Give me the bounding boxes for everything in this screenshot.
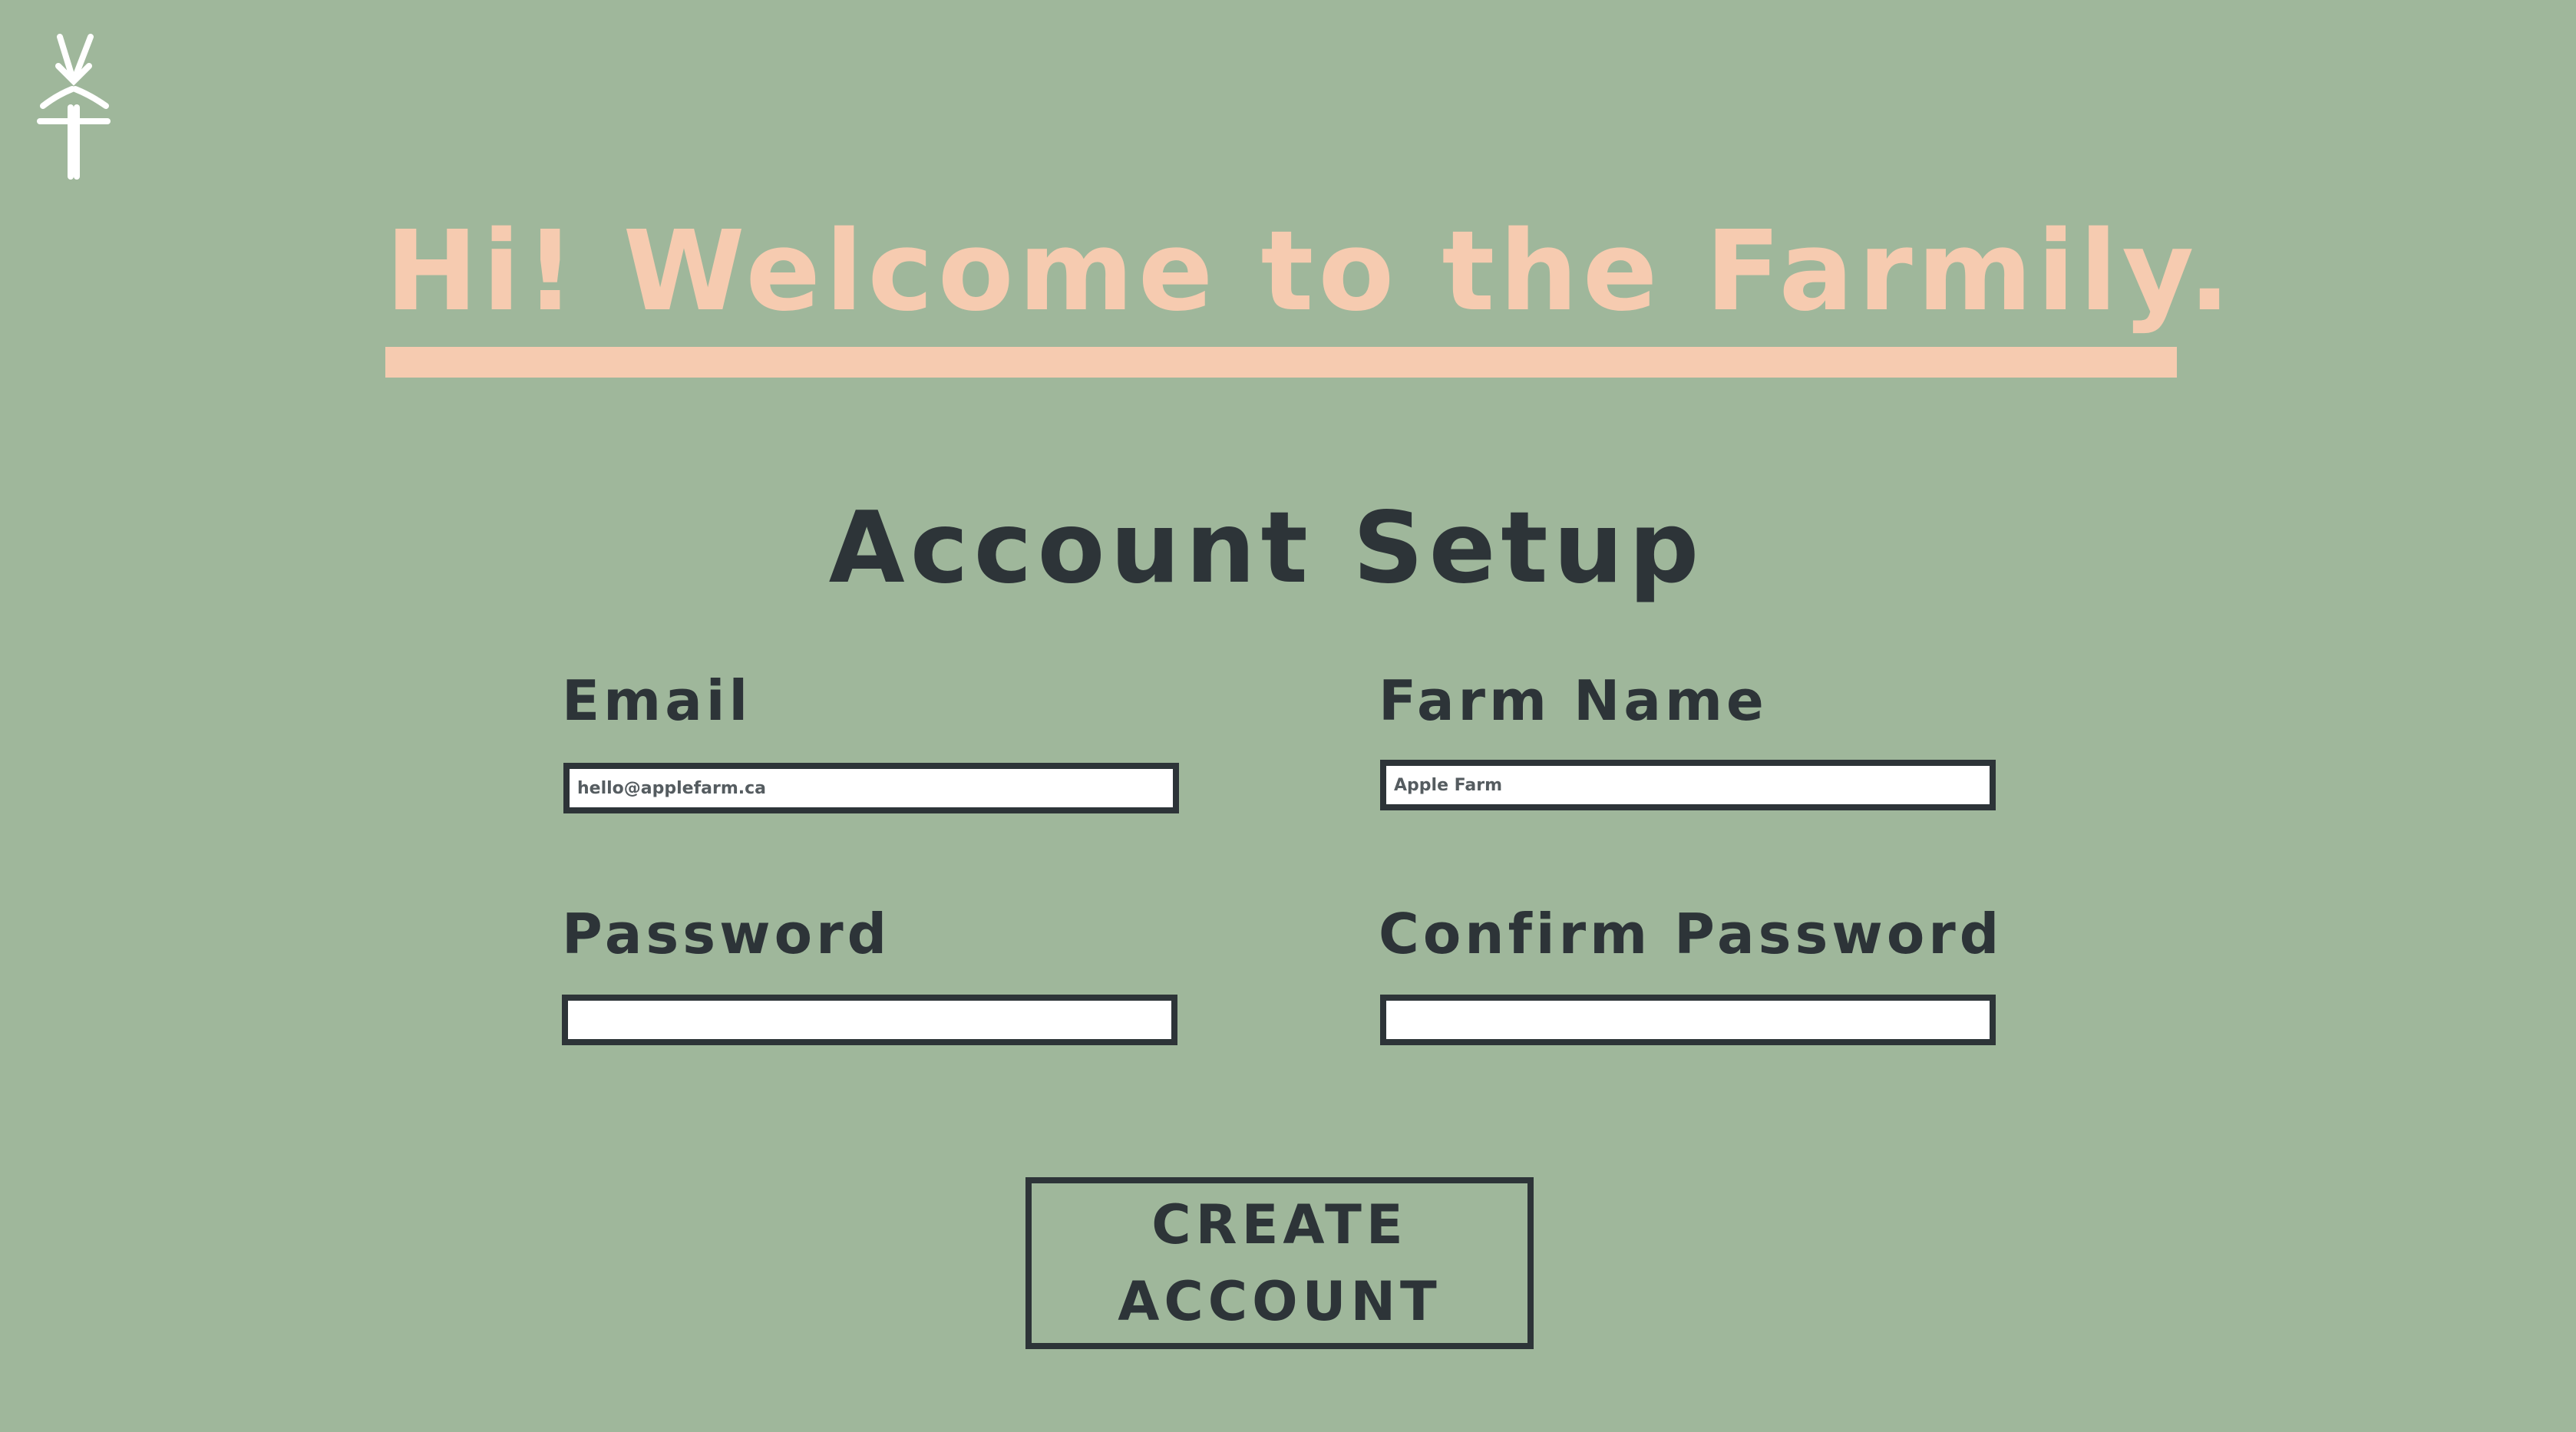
create-account-button[interactable]: CREATE ACCOUNT	[1025, 1177, 1534, 1349]
email-label: Email	[562, 668, 752, 733]
create-account-label-line1: CREATE	[1151, 1193, 1408, 1256]
create-account-label-line2: ACCOUNT	[1118, 1270, 1442, 1333]
wheat-sprout-icon	[37, 34, 112, 180]
farm-name-label: Farm Name	[1379, 668, 1768, 733]
password-field[interactable]	[562, 995, 1177, 1045]
email-field[interactable]	[563, 763, 1179, 813]
page-title: Account Setup	[828, 491, 1705, 605]
confirm-password-label: Confirm Password	[1379, 902, 2003, 966]
welcome-underline	[385, 347, 2177, 378]
welcome-heading: Hi! Welcome to the Farmily.	[385, 206, 2235, 335]
confirm-password-field[interactable]	[1380, 995, 1996, 1045]
farm-name-field[interactable]	[1380, 760, 1996, 810]
password-label: Password	[562, 902, 891, 966]
